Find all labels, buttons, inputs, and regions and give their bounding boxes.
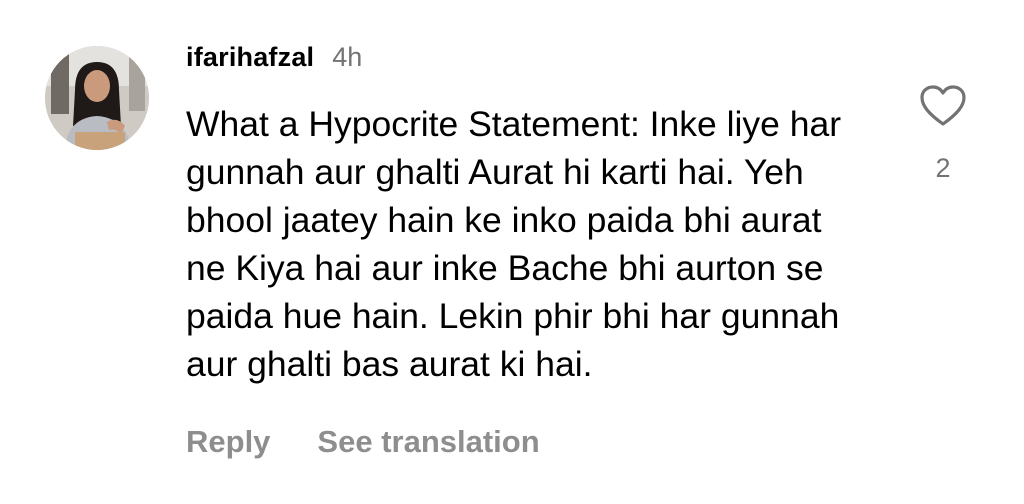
username[interactable]: ifarihafzal: [186, 42, 314, 73]
comment: ifarihafzal 4h What a Hypocrite Statemen…: [0, 0, 1024, 504]
timestamp[interactable]: 4h: [332, 42, 362, 73]
like-control: 2: [918, 84, 968, 184]
reply-button[interactable]: Reply: [186, 424, 270, 460]
comment-header: ifarihafzal 4h: [186, 42, 362, 82]
profile-photo-icon: [45, 46, 149, 150]
comment-actions: Reply See translation: [186, 424, 540, 460]
heart-outline-icon[interactable]: [919, 84, 967, 128]
like-count: 2: [935, 153, 951, 183]
comment-text: What a Hypocrite Statement: Inke liye ha…: [186, 104, 842, 384]
see-translation-button[interactable]: See translation: [317, 424, 539, 460]
avatar[interactable]: [45, 46, 149, 150]
